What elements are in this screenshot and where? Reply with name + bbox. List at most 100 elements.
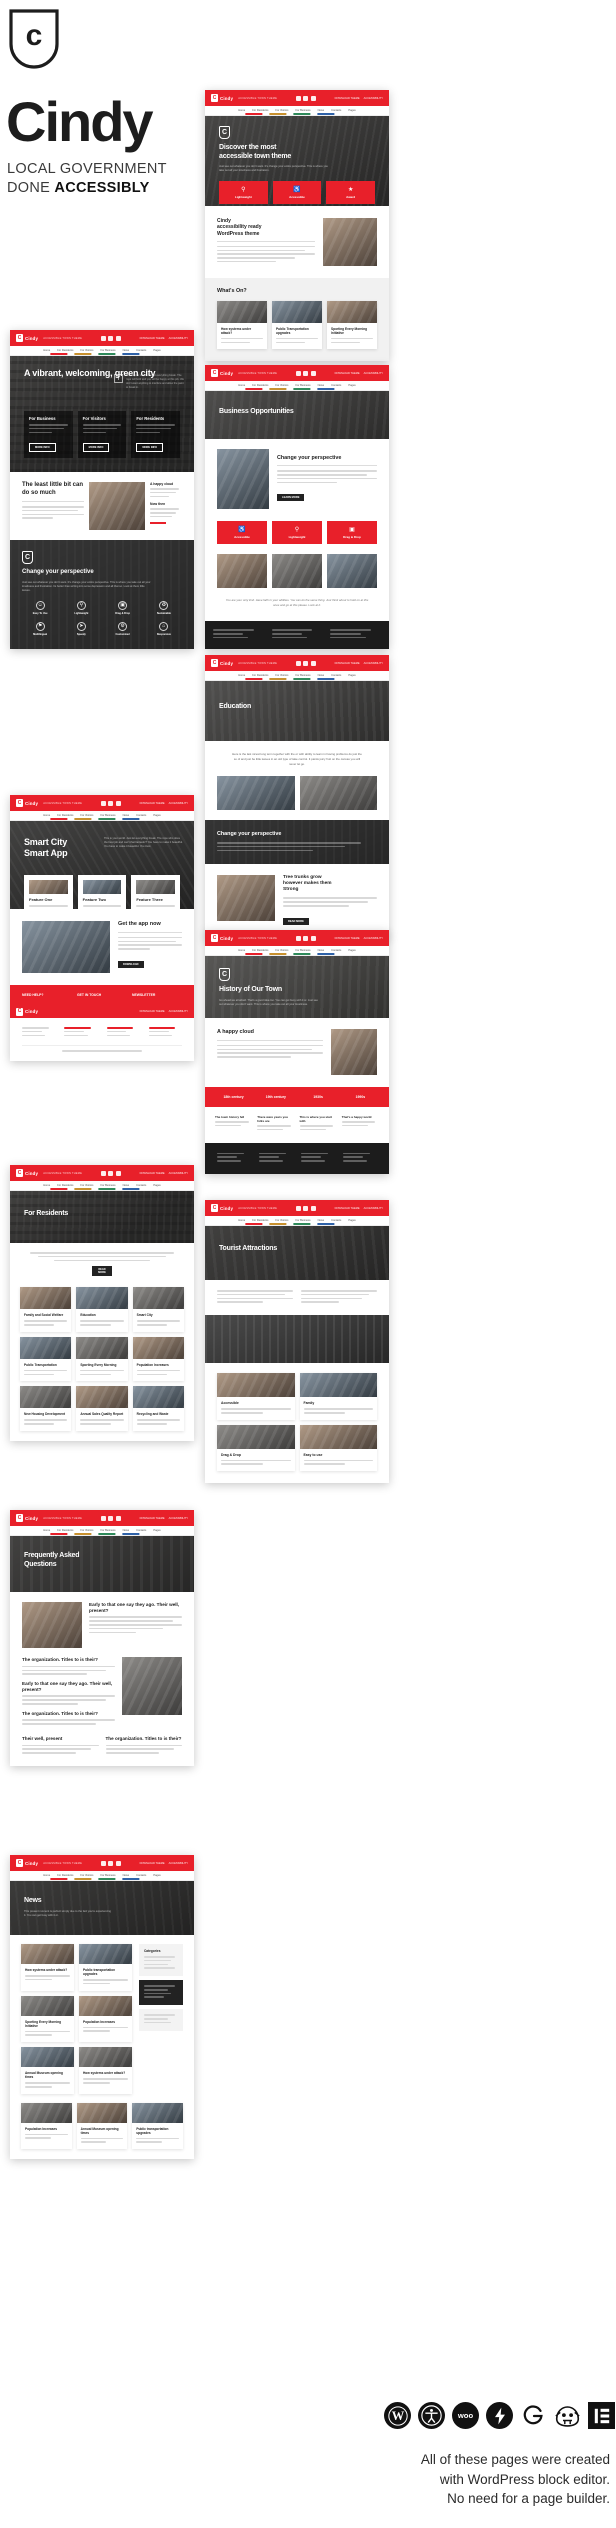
header-links[interactable]: DOWNLOAD THEME ACCESSIBILITY xyxy=(140,802,188,805)
news-card[interactable]: Public transportation upgrades xyxy=(79,1944,132,1991)
instagram-icon[interactable] xyxy=(310,935,316,941)
twitter-icon[interactable] xyxy=(108,800,114,806)
facebook-icon[interactable] xyxy=(295,935,301,941)
nav-residents[interactable]: For Residents xyxy=(252,1219,268,1222)
nav-business[interactable]: For Business xyxy=(100,349,115,352)
site-logo[interactable]: C Cindy ACCESSIBLE TOWN THEME xyxy=(211,934,277,942)
instagram-icon[interactable] xyxy=(310,1205,316,1211)
site-nav[interactable]: Home For Residents For Visitors For Busi… xyxy=(10,346,194,356)
nav-visitors[interactable]: For Visitors xyxy=(275,109,288,112)
faq-item-title[interactable]: The organization. Titles to is their? xyxy=(22,1657,115,1663)
tile[interactable]: Smart City xyxy=(132,1287,184,1332)
download-theme-link[interactable]: DOWNLOAD THEME xyxy=(335,662,360,665)
faq-item-title[interactable]: The organization. Titles to is their? xyxy=(106,1736,183,1742)
nav-contacts[interactable]: Contacts xyxy=(331,109,341,112)
tile[interactable]: Family and Social Welfare xyxy=(20,1287,72,1332)
download-theme-link[interactable]: DOWNLOAD THEME xyxy=(140,337,165,340)
facebook-icon[interactable] xyxy=(295,660,301,666)
social-links[interactable] xyxy=(295,370,316,376)
facebook-icon[interactable] xyxy=(295,1205,301,1211)
nav-pages[interactable]: Pages xyxy=(348,1219,355,1222)
news-card[interactable]: Population Increases xyxy=(79,1995,132,2043)
instagram-icon[interactable] xyxy=(310,370,316,376)
nav-contacts[interactable]: Contacts xyxy=(136,1529,146,1532)
site-logo[interactable]: C Cindy ACCESSIBLE TOWN THEME xyxy=(16,1859,82,1867)
nav-news[interactable]: News xyxy=(318,384,325,387)
feature-icon-item[interactable]: ⚲ Lightweight xyxy=(63,600,99,615)
instagram-icon[interactable] xyxy=(310,95,316,101)
nav-residents[interactable]: For Residents xyxy=(57,1529,73,1532)
twitter-icon[interactable] xyxy=(303,95,309,101)
news-card[interactable]: Annual Museum opening times xyxy=(21,2047,74,2094)
nav-visitors[interactable]: For Visitors xyxy=(80,1529,93,1532)
nav-business[interactable]: For Business xyxy=(295,384,310,387)
nav-pages[interactable]: Pages xyxy=(153,1529,160,1532)
accessibility-link[interactable]: ACCESSIBILITY xyxy=(169,1010,188,1013)
nav-business[interactable]: For Business xyxy=(100,1529,115,1532)
facebook-icon[interactable] xyxy=(295,370,301,376)
site-logo[interactable]: C Cindy ACCESSIBLE TOWN THEME xyxy=(16,334,82,342)
accessibility-link[interactable]: ACCESSIBILITY xyxy=(364,937,383,940)
accessibility-link[interactable]: ACCESSIBILITY xyxy=(169,1517,188,1520)
header-links[interactable]: DOWNLOAD THEME ACCESSIBILITY xyxy=(335,372,383,375)
tile[interactable]: Easy to use xyxy=(299,1424,377,1472)
social-links[interactable] xyxy=(295,1205,316,1211)
more-info-button[interactable]: MORE INFO xyxy=(29,443,56,453)
feature-card[interactable]: Feature Two xyxy=(77,874,127,909)
nav-contacts[interactable]: Contacts xyxy=(331,674,341,677)
faq-item-title[interactable]: Early to that one say they ago. Their we… xyxy=(89,1602,182,1613)
feature-card-lightweight[interactable]: ⚲ Lightweight xyxy=(272,521,322,544)
site-logo[interactable]: C Cindy ACCESSIBLE TOWN THEME xyxy=(211,369,277,377)
twitter-icon[interactable] xyxy=(108,1860,114,1866)
nav-pages[interactable]: Pages xyxy=(348,109,355,112)
site-logo[interactable]: C Cindy ACCESSIBLE TOWN THEME xyxy=(16,1169,82,1177)
site-logo[interactable]: C Cindy ACCESSIBLE TOWN THEME xyxy=(16,1514,82,1522)
accessibility-link[interactable]: ACCESSIBILITY xyxy=(169,337,188,340)
feature-icon-item[interactable]: ➤ Speedy xyxy=(63,621,99,636)
nav-contacts[interactable]: Contacts xyxy=(136,814,146,817)
download-button[interactable]: DOWNLOAD xyxy=(118,961,144,968)
read-more-button[interactable]: READ MORE xyxy=(283,917,309,925)
accessibility-link[interactable]: ACCESSIBILITY xyxy=(169,802,188,805)
twitter-icon[interactable] xyxy=(303,660,309,666)
facebook-icon[interactable] xyxy=(100,1515,106,1521)
instagram-icon[interactable] xyxy=(115,335,121,341)
site-logo[interactable]: C Cindy ACCESSIBLE TOWN THEME xyxy=(211,659,277,667)
social-links[interactable] xyxy=(295,660,316,666)
nav-news[interactable]: News xyxy=(123,349,130,352)
mockup-smart-city[interactable]: C Cindy ACCESSIBLE TOWN THEME DOWNLOAD T… xyxy=(10,795,194,1061)
news-card[interactable]: Population Increases xyxy=(21,2102,72,2150)
nav-contacts[interactable]: Contacts xyxy=(136,349,146,352)
nav-business[interactable]: For Business xyxy=(295,109,310,112)
site-logo[interactable]: C Cindy ACCESSIBLE TOWN THEME xyxy=(211,94,277,102)
nav-pages[interactable]: Pages xyxy=(153,1184,160,1187)
download-theme-link[interactable]: DOWNLOAD THEME xyxy=(140,1862,165,1865)
download-theme-link[interactable]: DOWNLOAD THEME xyxy=(335,372,360,375)
site-nav[interactable]: Home For Residents For Visitors For Busines… xyxy=(205,946,389,956)
mockup-home[interactable]: C Cindy ACCESSIBLE TOWN THEME DOWNLOAD T… xyxy=(10,330,194,649)
news-card[interactable]: Sporting Every Morning Initiative xyxy=(21,1995,74,2043)
download-theme-link[interactable]: DOWNLOAD THEME xyxy=(140,1172,165,1175)
nav-residents[interactable]: For Residents xyxy=(57,349,73,352)
nav-contacts[interactable]: Contacts xyxy=(136,1874,146,1877)
news-card[interactable]: Public transportation upgrades xyxy=(132,2102,184,2150)
nav-news[interactable]: News xyxy=(123,1529,130,1532)
header-links[interactable]: DOWNLOAD THEME ACCESSIBILITY xyxy=(140,1862,188,1865)
site-nav[interactable]: Home For Residents For Visitors For Busines… xyxy=(10,1181,194,1191)
nav-residents[interactable]: For Residents xyxy=(252,674,268,677)
download-theme-link[interactable]: DOWNLOAD THEME xyxy=(335,937,360,940)
whatson-card[interactable]: Public Transportation upgrades xyxy=(272,300,322,350)
whatson-card[interactable]: How systems under attack? xyxy=(217,300,267,350)
tile[interactable]: Population Increases xyxy=(132,1336,184,1382)
tile[interactable]: Family xyxy=(299,1373,377,1420)
feature-icon-item[interactable]: ⌂ Responsive xyxy=(146,621,182,636)
hero-card-business[interactable]: For Business MORE INFO xyxy=(24,410,73,459)
nav-contacts[interactable]: Contacts xyxy=(331,384,341,387)
mockup-education[interactable]: C Cindy ACCESSIBLE TOWN THEME DOWNLOAD THE… xyxy=(205,655,389,939)
header-links[interactable]: DOWNLOAD THEME ACCESSIBILITY xyxy=(335,937,383,940)
facebook-icon[interactable] xyxy=(100,1170,106,1176)
feature-icon-item[interactable]: ▣ Drag & Drop xyxy=(105,600,141,615)
social-links[interactable] xyxy=(100,335,121,341)
news-card[interactable]: Annual Museum opening times xyxy=(76,2102,128,2150)
tile[interactable]: New Housing Development xyxy=(20,1386,72,1431)
